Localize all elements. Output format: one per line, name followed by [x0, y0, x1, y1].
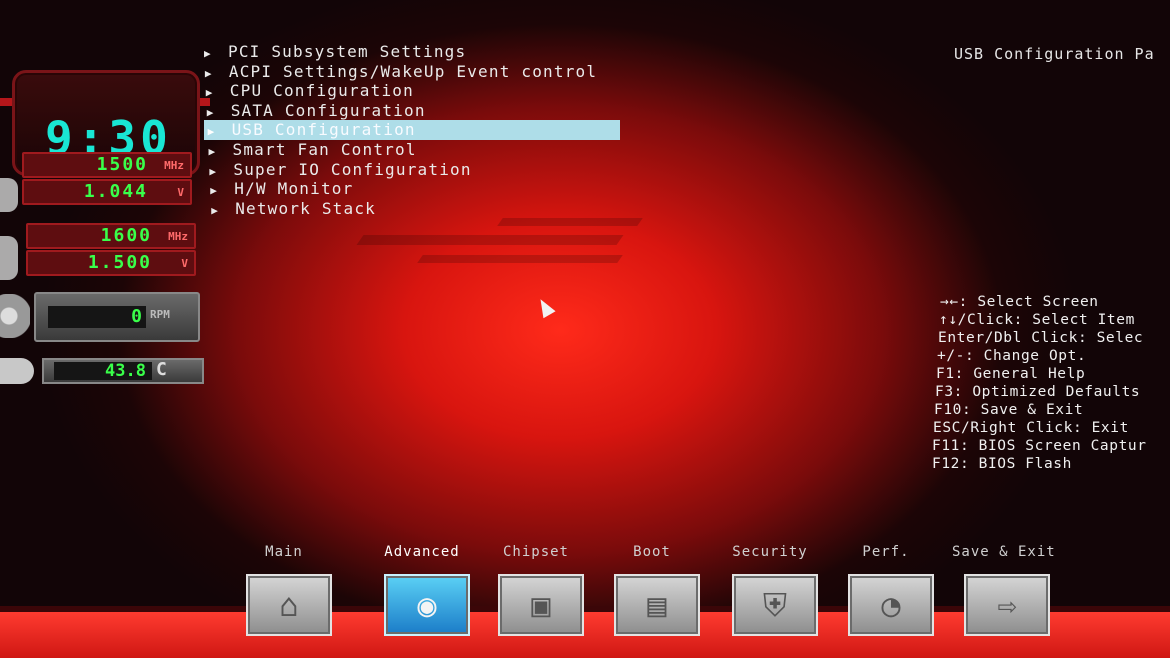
- memory-frequency-unit: MHz: [168, 230, 188, 243]
- cpu-frequency-unit: MHz: [164, 159, 184, 172]
- menu-item-label: USB Configuration: [231, 120, 416, 140]
- menu-item[interactable]: ▶ USB Configuration: [203, 120, 620, 140]
- item-help-title: USB Configuration Pa: [954, 45, 1155, 63]
- help-line: F3: Optimized Defaults: [935, 384, 1141, 400]
- menu-item-label: Network Stack: [235, 198, 377, 218]
- temperature-unit: C: [156, 359, 167, 380]
- cpu-frequency-readout: 1500 MHz: [22, 152, 192, 178]
- boot-drive-icon[interactable]: ▤: [614, 574, 700, 636]
- cpu-icon: [0, 178, 18, 212]
- menu-item[interactable]: ▶ Network Stack: [207, 199, 620, 219]
- tab-label: Perf.: [862, 544, 910, 560]
- save-exit-icon[interactable]: ⇨: [964, 574, 1050, 636]
- menu-item-label: ACPI Settings/WakeUp Event control: [228, 61, 598, 81]
- mouse-cursor-icon: [534, 295, 556, 319]
- memory-frequency-readout: 1600 MHz: [26, 223, 196, 249]
- tab-label: Save & Exit: [952, 544, 1056, 560]
- performance-icon[interactable]: ◔: [848, 574, 934, 636]
- security-shield-icon[interactable]: ⛨: [732, 574, 818, 636]
- tab-label: Chipset: [502, 544, 569, 560]
- help-line: F12: BIOS Flash: [932, 456, 1072, 472]
- menu-item-label: Smart Fan Control: [232, 139, 417, 159]
- temperature-icon: [0, 358, 34, 384]
- cpu-voltage-unit: V: [177, 186, 184, 199]
- tab-chipset[interactable]: Chipset ▣: [486, 540, 586, 640]
- advanced-icon[interactable]: ◉: [384, 574, 470, 636]
- help-line: F10: Save & Exit: [934, 402, 1084, 418]
- chipset-icon[interactable]: ▣: [498, 574, 584, 636]
- help-line: Enter/Dbl Click: Selec: [938, 330, 1144, 346]
- fan-speed-value: 0: [131, 306, 142, 327]
- help-line: →←: Select Screen: [940, 294, 1099, 310]
- menu-item-label: Super IO Configuration: [233, 159, 472, 179]
- help-line: F1: General Help: [936, 366, 1086, 382]
- menu-item-label: SATA Configuration: [230, 100, 426, 120]
- tab-perf[interactable]: Perf. ◔: [836, 540, 936, 640]
- tab-advanced[interactable]: Advanced ◉: [372, 540, 472, 640]
- help-line: ↑↓/Click: Select Item: [939, 312, 1135, 328]
- memory-voltage-readout: 1.500 V: [26, 250, 196, 276]
- help-line: F11: BIOS Screen Captur: [932, 438, 1147, 454]
- memory-icon: [0, 236, 18, 280]
- help-line: +/-: Change Opt.: [937, 348, 1087, 364]
- tab-label: Boot: [633, 544, 671, 560]
- cpu-voltage-value: 1.044: [83, 181, 148, 202]
- help-line: ESC/Right Click: Exit: [933, 420, 1129, 436]
- memory-voltage-unit: V: [181, 257, 188, 270]
- cpu-frequency-value: 1500: [96, 154, 148, 175]
- menu-item[interactable]: ▶ H/W Monitor: [206, 179, 620, 199]
- advanced-menu-list: ▶ PCI Subsystem Settings ▶ ACPI Settings/Wa…: [200, 42, 620, 218]
- memory-voltage-value: 1.500: [87, 252, 152, 273]
- home-icon[interactable]: ⌂: [246, 574, 332, 636]
- tab-boot[interactable]: Boot ▤: [602, 540, 702, 640]
- tab-label: Main: [265, 544, 303, 560]
- fan-speed-unit: RPM: [150, 308, 170, 321]
- key-help-list: →←: Select Screen ↑↓/Click: Select Item En…: [932, 293, 1170, 473]
- menu-item[interactable]: ▶ SATA Configuration: [203, 101, 620, 121]
- menu-item[interactable]: ▶ Super IO Configuration: [205, 160, 620, 180]
- menu-item-label: CPU Configuration: [229, 81, 414, 101]
- tab-save-exit[interactable]: Save & Exit ⇨: [952, 540, 1056, 640]
- menu-item-label: H/W Monitor: [234, 179, 354, 199]
- submenu-arrow-icon: ▶: [211, 203, 220, 217]
- menu-item[interactable]: ▶ CPU Configuration: [202, 81, 620, 101]
- temperature-value: 43.8: [105, 361, 146, 381]
- hardware-monitor-panel: 9:30 1500 MHz 1.044 V 1600 MHz 1.500 V 0…: [0, 40, 210, 400]
- cpu-voltage-readout: 1.044 V: [22, 179, 192, 205]
- tab-security[interactable]: Security ⛨: [720, 540, 820, 640]
- tab-main[interactable]: Main ⌂: [234, 540, 334, 640]
- tab-label: Security: [732, 544, 808, 560]
- menu-item[interactable]: ▶ PCI Subsystem Settings: [200, 42, 620, 62]
- menu-item[interactable]: ▶ ACPI Settings/WakeUp Event control: [201, 62, 620, 82]
- fan-speed-readout: 0 RPM: [34, 292, 200, 342]
- temperature-readout: 43.8 C: [42, 358, 204, 384]
- memory-frequency-value: 1600: [100, 225, 152, 246]
- menu-item[interactable]: ▶ Smart Fan Control: [205, 140, 621, 160]
- tab-label: Advanced: [384, 544, 460, 560]
- fan-icon: [0, 294, 30, 338]
- menu-item-label: PCI Subsystem Settings: [228, 42, 467, 61]
